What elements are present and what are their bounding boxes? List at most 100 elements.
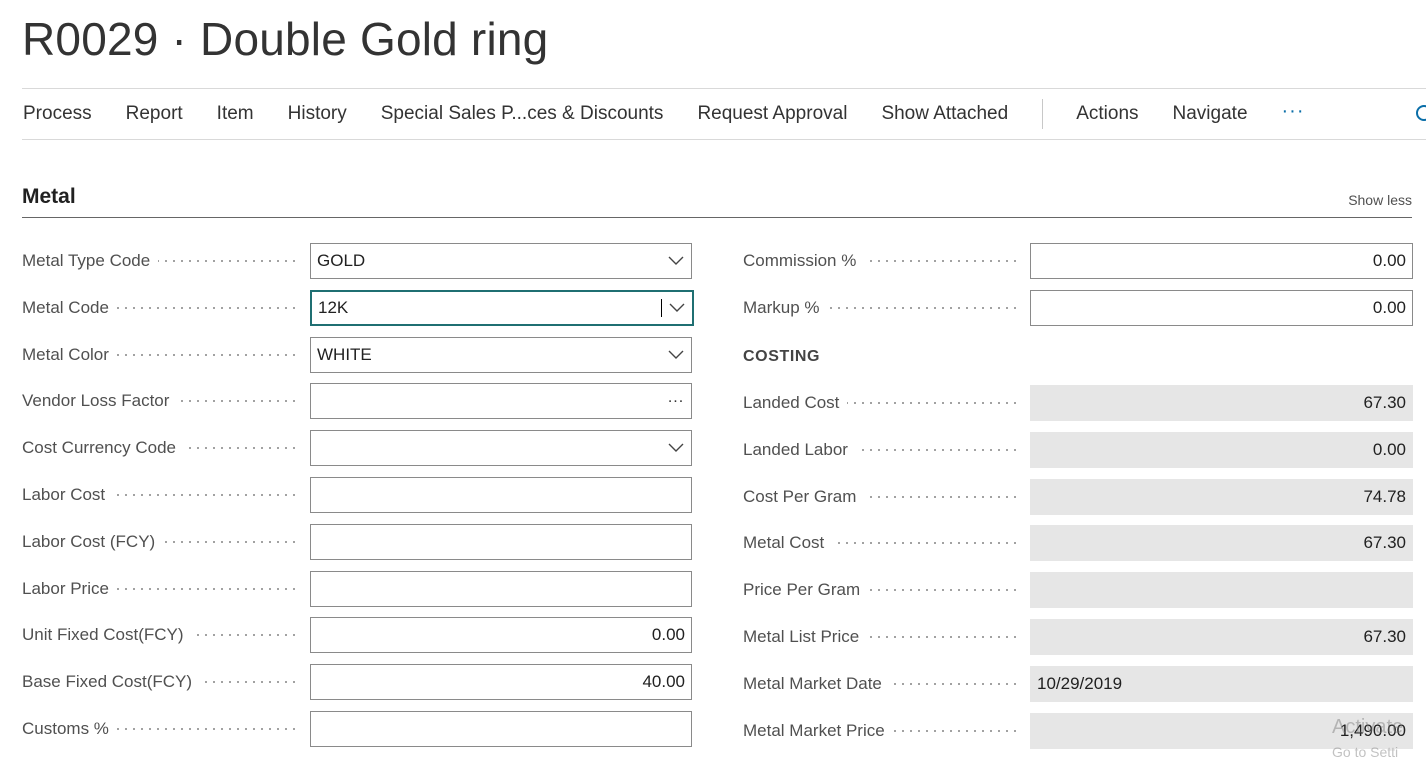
action-special-sales-prices[interactable]: Special Sales P...ces & Discounts	[381, 103, 664, 125]
more-options-icon[interactable]: ···	[1282, 100, 1305, 123]
field-label: Metal List Price	[743, 619, 868, 655]
metal-list-price-value: 67.30	[1030, 619, 1413, 655]
labor-cost-input[interactable]	[310, 477, 692, 513]
field-row-labor-cost-fcy: Labor Cost (FCY)	[22, 523, 692, 560]
field-row-unit-fixed-cost-fcy: Unit Fixed Cost(FCY) 0.00	[22, 617, 692, 654]
cost-currency-code-dropdown[interactable]	[310, 430, 692, 467]
action-report[interactable]: Report	[126, 103, 183, 125]
field-row-metal-list-price: Metal List Price 67.30	[743, 619, 1413, 655]
field-label: Labor Price	[22, 570, 117, 607]
show-less-link[interactable]: Show less	[1348, 192, 1412, 208]
field-row-metal-market-date: Metal Market Date 10/29/2019	[743, 665, 1413, 702]
field-label: Landed Labor	[743, 431, 856, 468]
field-row-customs: Customs %	[22, 711, 692, 747]
action-bar: Process Report Item History Special Sale…	[22, 88, 1426, 140]
section-divider	[22, 217, 1412, 218]
field-value: 0.00	[651, 625, 685, 645]
commission-input[interactable]: 0.00	[1030, 243, 1413, 279]
field-value: 40.00	[642, 672, 685, 692]
field-row-metal-cost: Metal Cost 67.30	[743, 525, 1413, 562]
price-per-gram-value	[1030, 572, 1413, 609]
action-request-approval[interactable]: Request Approval	[697, 103, 847, 125]
field-value: WHITE	[317, 344, 372, 364]
field-label: Customs %	[22, 711, 117, 747]
metal-color-dropdown[interactable]: WHITE	[310, 336, 692, 373]
chevron-down-icon[interactable]	[661, 443, 691, 453]
chevron-down-icon[interactable]	[661, 350, 691, 360]
ellipsis-lookup-icon[interactable]: ...	[661, 389, 691, 407]
field-row-landed-labor: Landed Labor 0.00	[743, 431, 1413, 468]
chevron-down-icon[interactable]	[662, 303, 692, 313]
field-value: 0.00	[1372, 298, 1406, 317]
base-fixed-cost-fcy-input[interactable]: 40.00	[310, 664, 692, 701]
action-process[interactable]: Process	[23, 103, 92, 125]
section-title-metal: Metal	[22, 185, 76, 208]
field-row-labor-cost: Labor Cost	[22, 477, 692, 513]
field-value: 74.78	[1363, 486, 1406, 506]
field-label: Cost Per Gram	[743, 478, 865, 515]
metal-type-code-dropdown[interactable]: GOLD	[310, 243, 692, 279]
field-row-metal-market-price: Metal Market Price 1,490.00	[743, 712, 1413, 749]
field-label: Metal Market Price	[743, 712, 893, 749]
field-label: Metal Type Code	[22, 243, 159, 279]
field-label: Labor Cost	[22, 477, 114, 513]
field-label: Base Fixed Cost(FCY)	[22, 664, 201, 701]
field-label: Unit Fixed Cost(FCY)	[22, 617, 192, 654]
field-row-commission: Commission % 0.00	[743, 243, 1413, 279]
field-row-landed-cost: Landed Cost 67.30	[743, 385, 1413, 421]
landed-cost-value: 67.30	[1030, 385, 1413, 421]
cost-per-gram-value: 74.78	[1030, 478, 1413, 515]
field-row-labor-price: Labor Price	[22, 570, 692, 607]
field-value: 0.00	[1372, 251, 1406, 270]
action-actions[interactable]: Actions	[1076, 103, 1138, 125]
field-row-price-per-gram: Price Per Gram	[743, 572, 1413, 609]
landed-labor-value: 0.00	[1030, 431, 1413, 468]
field-label: Metal Cost	[743, 525, 833, 562]
costing-heading: COSTING	[743, 348, 821, 365]
field-value: 0.00	[1372, 439, 1406, 459]
field-label: Landed Cost	[743, 385, 848, 421]
field-label: Metal Color	[22, 336, 117, 373]
vendor-loss-factor-input[interactable]: ...	[310, 383, 692, 420]
field-label: Cost Currency Code	[22, 430, 185, 467]
field-value: 12K	[318, 297, 349, 317]
field-value: 67.30	[1363, 627, 1406, 646]
action-navigate[interactable]: Navigate	[1173, 103, 1248, 125]
field-row-cost-per-gram: Cost Per Gram 74.78	[743, 478, 1413, 515]
field-label: Metal Code	[22, 289, 117, 326]
activation-watermark: Activate	[1332, 716, 1404, 738]
field-row-base-fixed-cost-fcy: Base Fixed Cost(FCY) 40.00	[22, 664, 692, 701]
labor-price-input[interactable]	[310, 570, 692, 607]
action-show-attached[interactable]: Show Attached	[881, 103, 1008, 125]
metal-market-date-value: 10/29/2019	[1030, 665, 1413, 702]
field-label: Metal Market Date	[743, 665, 890, 702]
field-row-metal-code: Metal Code 12K	[22, 289, 694, 326]
field-value: 67.30	[1363, 393, 1406, 412]
metal-cost-value: 67.30	[1030, 525, 1413, 562]
markup-input[interactable]: 0.00	[1030, 290, 1413, 326]
field-row-metal-type-code: Metal Type Code GOLD	[22, 243, 692, 279]
labor-cost-fcy-input[interactable]	[310, 523, 692, 560]
field-label: Commission %	[743, 243, 865, 279]
chevron-down-icon[interactable]	[661, 256, 691, 266]
field-row-cost-currency-code: Cost Currency Code	[22, 430, 692, 467]
field-value: GOLD	[317, 251, 366, 270]
activation-watermark-sub: Go to Setti	[1332, 744, 1399, 760]
unit-fixed-cost-fcy-input[interactable]: 0.00	[310, 617, 692, 654]
metal-code-dropdown[interactable]: 12K	[310, 289, 694, 326]
field-label: Labor Cost (FCY)	[22, 523, 164, 560]
page-title: R0029 · Double Gold ring	[22, 13, 549, 65]
action-item[interactable]: Item	[217, 103, 254, 125]
field-value: 67.30	[1363, 533, 1406, 553]
field-label: Price Per Gram	[743, 572, 869, 609]
field-row-metal-color: Metal Color WHITE	[22, 336, 692, 373]
field-row-vendor-loss-factor: Vendor Loss Factor...	[22, 383, 692, 420]
customs-input[interactable]	[310, 711, 692, 747]
action-separator	[1042, 99, 1044, 129]
field-row-markup: Markup % 0.00	[743, 290, 1413, 326]
field-label: Vendor Loss Factor	[22, 383, 178, 420]
field-label: Markup %	[743, 290, 828, 326]
search-icon[interactable]	[1416, 105, 1426, 121]
action-history[interactable]: History	[288, 103, 347, 125]
field-value: 10/29/2019	[1037, 673, 1123, 693]
